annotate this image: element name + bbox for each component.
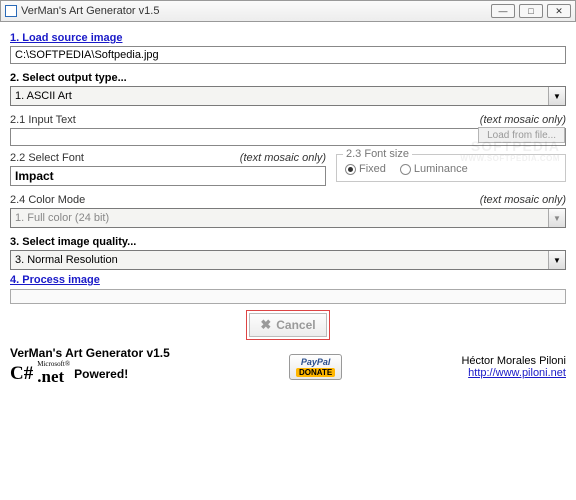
powered-text: Powered! (74, 367, 128, 381)
luminance-radio[interactable]: Luminance (400, 163, 468, 175)
color-mode-value: 1. Full color (24 bit) (15, 212, 109, 224)
paypal-donate-button[interactable]: PayPal DONATE (289, 354, 342, 380)
output-type-value: 1. ASCII Art (15, 90, 72, 102)
minimize-button[interactable]: — (491, 4, 515, 18)
fixed-radio[interactable]: Fixed (345, 163, 386, 175)
color-mode-note: (text mosaic only) (480, 194, 566, 206)
footer: VerMan's Art Generator v1.5 C# Microsoft… (0, 344, 576, 387)
quality-select[interactable]: 3. Normal Resolution ▼ (10, 250, 566, 270)
app-icon (5, 5, 17, 17)
csharp-logo: C# (10, 363, 33, 385)
input-text-note: (text mosaic only) (480, 114, 566, 126)
step3-heading: 3. Select image quality... (10, 236, 566, 248)
dotnet-logo: .net (37, 367, 64, 386)
step1-heading[interactable]: 1. Load source image (10, 32, 566, 44)
color-mode-label: 2.4 Color Mode (10, 194, 85, 206)
select-font-label: 2.2 Select Font (10, 152, 84, 164)
load-from-file-button[interactable]: Load from file... (478, 127, 565, 143)
select-font-note: (text mosaic only) (240, 152, 326, 164)
close-icon: ✖ (260, 317, 271, 333)
titlebar: VerMan's Art Generator v1.5 — □ ✕ (0, 0, 576, 22)
font-size-group: 2.3 Font size Fixed Luminance (336, 154, 566, 182)
output-type-select[interactable]: 1. ASCII Art ▼ (10, 86, 566, 106)
close-button[interactable]: ✕ (547, 4, 571, 18)
window-title: VerMan's Art Generator v1.5 (21, 5, 491, 17)
chevron-down-icon: ▼ (548, 87, 565, 105)
font-size-legend: 2.3 Font size (343, 148, 412, 160)
author-name: Héctor Morales Piloni (461, 355, 566, 367)
footer-title: VerMan's Art Generator v1.5 (10, 346, 170, 360)
color-mode-select[interactable]: 1. Full color (24 bit) ▼ (10, 208, 566, 228)
source-path-input[interactable] (10, 46, 566, 64)
input-text-label: 2.1 Input Text (10, 114, 76, 126)
chevron-down-icon: ▼ (548, 251, 565, 269)
maximize-button[interactable]: □ (519, 4, 543, 18)
cancel-highlight: ✖ Cancel (246, 310, 329, 340)
cancel-button[interactable]: ✖ Cancel (249, 313, 326, 337)
chevron-down-icon: ▼ (548, 209, 565, 227)
quality-value: 3. Normal Resolution (15, 254, 118, 266)
font-input[interactable] (10, 166, 326, 186)
progress-bar (10, 289, 566, 304)
step2-heading: 2. Select output type... (10, 72, 566, 84)
step4-heading[interactable]: 4. Process image (10, 274, 566, 286)
author-url[interactable]: http://www.piloni.net (468, 367, 566, 379)
